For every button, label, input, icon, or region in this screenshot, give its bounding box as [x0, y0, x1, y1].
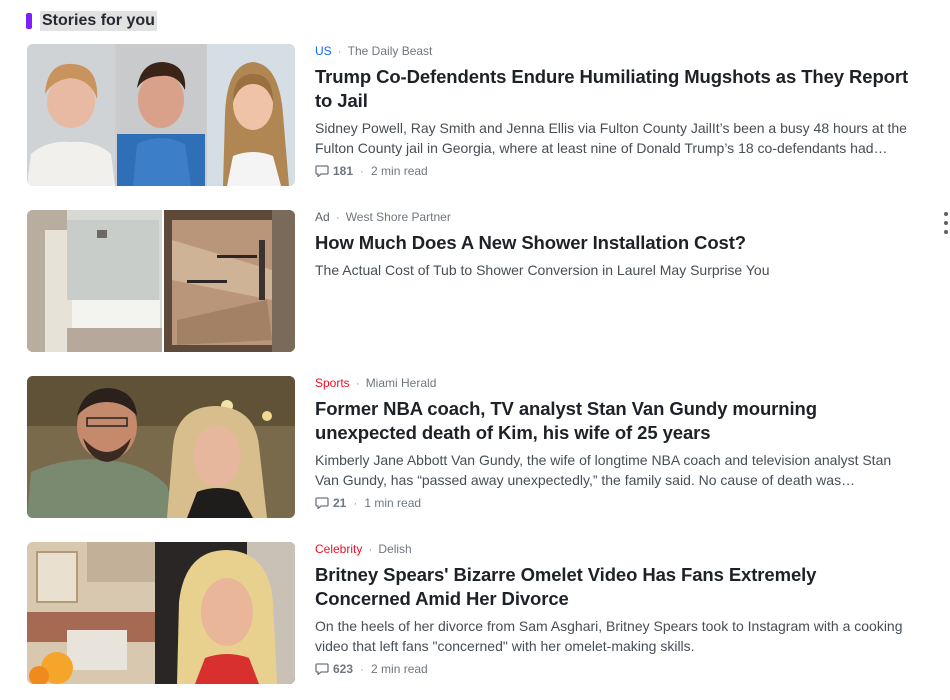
- story-stats: 21 · 1 min read: [315, 495, 911, 511]
- meta-separator: ·: [355, 376, 360, 390]
- story-headline[interactable]: Former NBA coach, TV analyst Stan Van Gu…: [315, 397, 911, 445]
- story-card[interactable]: US · The Daily Beast Trump Co-Defendents…: [27, 44, 927, 186]
- story-card[interactable]: Sports · Miami Herald Former NBA coach, …: [27, 376, 927, 518]
- read-time: 2 min read: [371, 164, 428, 178]
- story-meta: Celebrity · Delish: [315, 542, 911, 556]
- menu-dot: [944, 230, 948, 234]
- story-headline[interactable]: How Much Does A New Shower Installation …: [315, 231, 911, 255]
- shower-image: [27, 210, 295, 352]
- comment-icon[interactable]: [315, 663, 329, 675]
- menu-dot: [944, 221, 948, 225]
- section-title: Stories for you: [40, 11, 157, 31]
- mugshots-image: [27, 44, 295, 186]
- ad-card[interactable]: Ad · West Shore Partner How Much Does A …: [27, 210, 927, 352]
- more-options-icon[interactable]: [942, 212, 950, 234]
- story-meta: Sports · Miami Herald: [315, 376, 911, 390]
- story-stats: 623 · 2 min read: [315, 661, 911, 677]
- meta-separator: ·: [353, 496, 358, 510]
- read-time: 1 min read: [364, 496, 422, 510]
- story-source: Miami Herald: [365, 376, 437, 390]
- kitchen-portrait-image: [27, 542, 295, 684]
- story-category[interactable]: Celebrity: [315, 542, 362, 556]
- story-card[interactable]: Celebrity · Delish Britney Spears' Bizar…: [27, 542, 927, 684]
- story-source: West Shore Partner: [345, 210, 451, 224]
- story-meta: US · The Daily Beast: [315, 44, 911, 58]
- story-summary: Sidney Powell, Ray Smith and Jenna Ellis…: [315, 120, 907, 156]
- meta-separator: ·: [335, 210, 340, 224]
- story-thumbnail[interactable]: [27, 210, 295, 352]
- meta-separator: ·: [360, 164, 365, 178]
- meta-separator: ·: [360, 662, 365, 676]
- section-accent-bar: [26, 13, 32, 29]
- story-thumbnail[interactable]: [27, 542, 295, 684]
- comment-count[interactable]: 21: [333, 496, 346, 510]
- menu-dot: [944, 212, 948, 216]
- section-header: Stories for you: [26, 10, 157, 32]
- story-category[interactable]: Sports: [315, 376, 350, 390]
- ad-label: Ad: [315, 210, 330, 224]
- read-time: 2 min read: [371, 662, 428, 676]
- meta-separator: ·: [368, 542, 373, 556]
- story-thumbnail[interactable]: [27, 44, 295, 186]
- comment-icon[interactable]: [315, 497, 329, 509]
- comment-icon[interactable]: [315, 165, 329, 177]
- story-summary: On the heels of her divorce from Sam Asg…: [315, 618, 903, 654]
- comment-count[interactable]: 181: [333, 164, 353, 178]
- story-stats: 181 · 2 min read: [315, 163, 911, 179]
- story-headline[interactable]: Trump Co-Defendents Endure Humiliating M…: [315, 65, 911, 113]
- couple-image: [27, 376, 295, 518]
- story-summary: The Actual Cost of Tub to Shower Convers…: [315, 262, 770, 278]
- comment-count[interactable]: 623: [333, 662, 353, 676]
- story-source: Delish: [378, 542, 412, 556]
- meta-separator: ·: [337, 44, 342, 58]
- story-source: The Daily Beast: [347, 44, 433, 58]
- story-category[interactable]: US: [315, 44, 332, 58]
- story-meta: Ad · West Shore Partner: [315, 210, 911, 224]
- story-thumbnail[interactable]: [27, 376, 295, 518]
- story-summary: Kimberly Jane Abbott Van Gundy, the wife…: [315, 452, 892, 488]
- story-headline[interactable]: Britney Spears' Bizarre Omelet Video Has…: [315, 563, 911, 611]
